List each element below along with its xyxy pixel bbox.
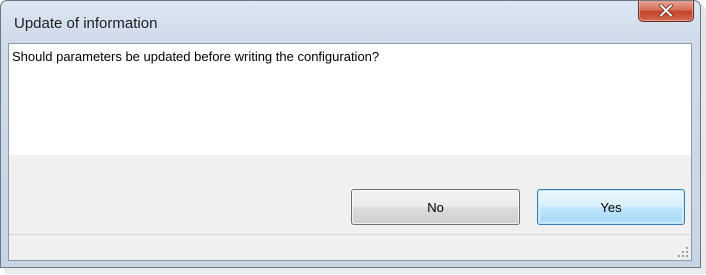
resize-grip-icon[interactable] [677,246,689,258]
window-title: Update of information [14,15,158,32]
yes-button[interactable]: Yes [537,189,685,225]
status-bar [9,234,691,260]
dialog-message: Should parameters be updated before writ… [12,49,380,64]
no-button[interactable]: No [351,189,520,225]
dialog-client-area: Should parameters be updated before writ… [8,43,692,261]
close-icon [659,4,673,17]
title-bar[interactable]: Update of information [1,1,700,43]
message-panel: Should parameters be updated before writ… [9,44,691,155]
button-panel: No Yes [9,155,691,234]
close-button[interactable] [638,1,694,22]
dialog-window: Update of information Should parameters … [0,0,701,268]
